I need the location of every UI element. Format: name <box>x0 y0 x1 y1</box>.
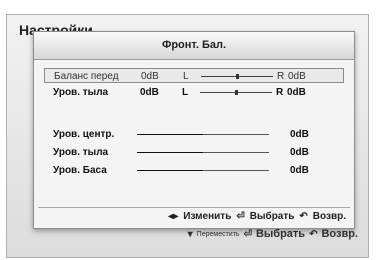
balance-rear-left-mark: L <box>182 87 189 98</box>
level-bass-fill <box>137 170 203 171</box>
level-center-label: Уров. центр. <box>53 129 115 140</box>
level-center-fill <box>137 134 203 135</box>
front-balance-dialog: Фронт. Бал. Баланс перед 0dB L R 0dB Уро… <box>33 31 355 229</box>
move-hint: Переместить <box>196 230 240 238</box>
level-center-slider[interactable] <box>137 134 269 135</box>
dialog-title: Фронт. Бал. <box>34 32 354 60</box>
dialog-footer: ◂▸ Изменить ⏎ Выбрать ↶ Возвр. <box>168 211 346 222</box>
balance-rear-row[interactable]: Уров. тыла 0dB L R 0dB <box>44 85 344 100</box>
level-center-value: 0dB <box>290 129 309 140</box>
balance-front-right-mark: R <box>277 71 285 82</box>
balance-front-row[interactable]: Баланс перед 0dB L R 0dB <box>44 68 344 83</box>
level-rear-slider[interactable] <box>137 152 269 153</box>
balance-rear-right-value: 0dB <box>287 87 306 98</box>
change-hint: Изменить <box>183 211 232 222</box>
level-bass-label: Уров. Баса <box>53 165 107 176</box>
balance-front-thumb[interactable] <box>236 74 239 79</box>
balance-front-left-value: 0dB <box>141 71 159 82</box>
level-rear-value: 0dB <box>290 147 309 158</box>
return-icon: ↶ <box>309 228 318 240</box>
level-center-row[interactable]: Уров. центр. 0dB <box>44 127 344 142</box>
level-rear-row[interactable]: Уров. тыла 0dB <box>44 145 344 160</box>
level-bass-slider[interactable] <box>137 170 269 171</box>
level-bass-value: 0dB <box>290 165 309 176</box>
balance-front-label: Баланс перед <box>54 71 119 82</box>
return-hint: Возвр. <box>312 211 346 222</box>
balance-rear-label: Уров. тыла <box>53 87 109 98</box>
balance-front-slider[interactable] <box>201 74 273 79</box>
level-rear-label: Уров. тыла <box>53 147 109 158</box>
select-hint: Выбрать <box>255 228 306 240</box>
balance-front-right-value: 0dB <box>288 71 306 82</box>
return-icon: ↶ <box>299 211 308 222</box>
footer-divider <box>38 207 350 208</box>
move-icon: ▾ <box>187 228 193 240</box>
level-bass-row[interactable]: Уров. Баса 0dB <box>44 163 344 178</box>
enter-icon: ⏎ <box>243 228 252 240</box>
balance-front-left-mark: L <box>183 71 189 82</box>
balance-rear-thumb[interactable] <box>235 90 238 95</box>
balance-rear-right-mark: R <box>276 87 284 98</box>
enter-icon: ⏎ <box>236 211 245 222</box>
left-right-arrows-icon: ◂▸ <box>168 211 179 222</box>
return-hint: Возвр. <box>321 228 358 240</box>
balance-rear-left-value: 0dB <box>140 87 159 98</box>
level-rear-fill <box>137 152 203 153</box>
settings-footer: ▾ Переместить ⏎ Выбрать ↶ Возвр. <box>188 228 358 240</box>
balance-rear-slider[interactable] <box>200 90 272 95</box>
select-hint: Выбрать <box>249 211 295 222</box>
